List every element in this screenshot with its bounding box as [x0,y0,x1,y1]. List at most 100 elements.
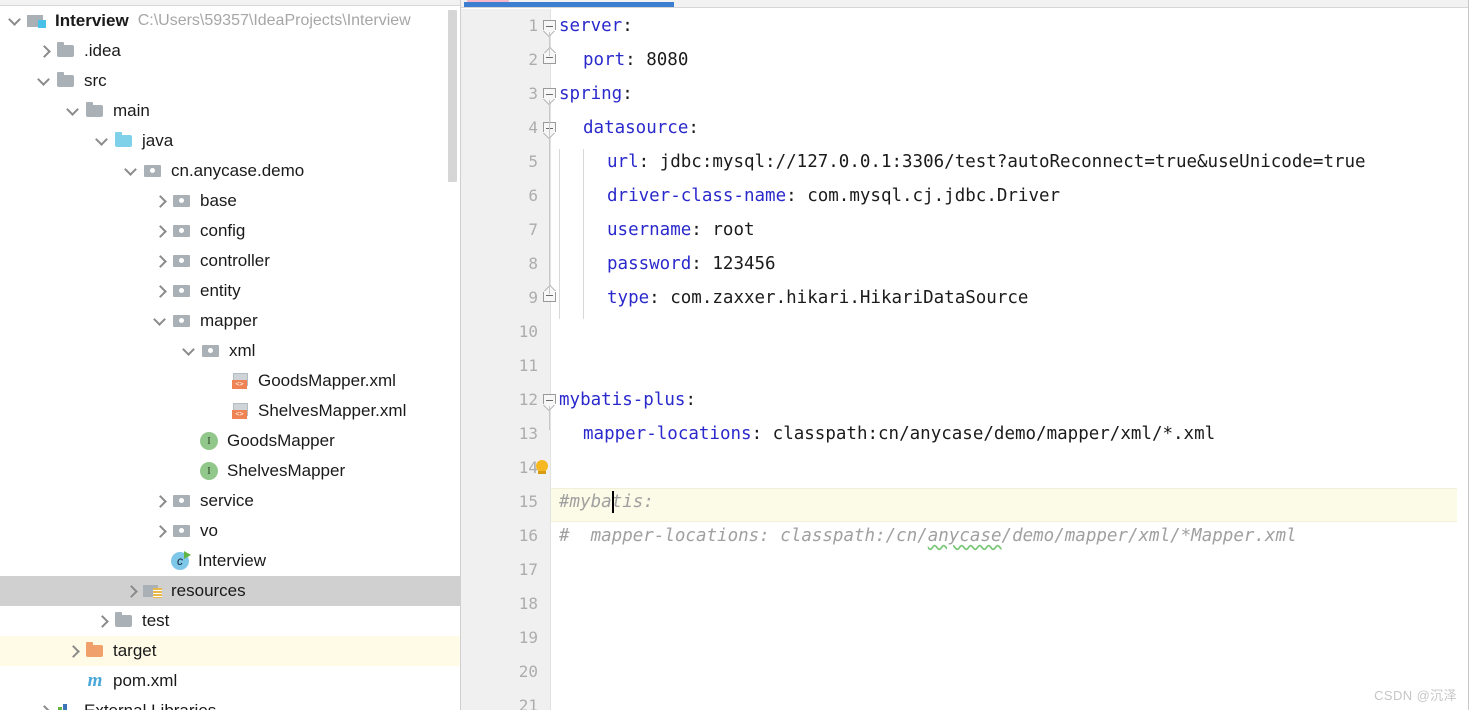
line-number[interactable]: 21 [469,696,551,710]
chevron-down-icon[interactable] [93,132,111,150]
line-number[interactable]: 12 [469,390,551,409]
code-line-10[interactable] [551,315,1469,349]
yaml-value: classpath:cn/anycase/demo/mapper/xml/*.x… [772,424,1216,444]
code-line-16[interactable]: # mapper-locations: classpath:/cn/anycas… [551,519,1469,553]
tree-item-cn-anycase-demo[interactable]: cn.anycase.demo [0,156,461,186]
tree-item-shelvesmapper[interactable]: I ShelvesMapper [0,456,461,486]
line-number-gutter[interactable]: 1 2 3 4 5 6 7 8 9 10 11 12 13 14 15 16 17 18 19 20 21 [461,9,551,710]
chevron-right-icon[interactable] [151,192,169,210]
chevron-right-icon[interactable] [151,522,169,540]
tree-item-pom-xml[interactable]: m pom.xml [0,666,461,696]
code-line-5[interactable]: url: jdbc:mysql://127.0.0.1:3306/test?au… [551,145,1469,179]
chevron-right-icon[interactable] [35,42,53,60]
editor-tab-strip[interactable] [461,0,1469,8]
tree-item-src[interactable]: src [0,66,461,96]
line-number[interactable]: 5 [469,152,551,171]
code-line-17[interactable] [551,553,1469,587]
fold-toggle-icon[interactable] [543,88,556,98]
tree-item-service[interactable]: service [0,486,461,516]
chevron-right-icon[interactable] [151,282,169,300]
fold-toggle-icon[interactable] [543,394,556,404]
tree-item-idea[interactable]: .idea [0,36,461,66]
chevron-down-icon[interactable] [6,12,24,30]
project-tree-scrollbar[interactable] [448,10,457,182]
code-line-6[interactable]: driver-class-name: com.mysql.cj.jdbc.Dri… [551,179,1469,213]
chevron-down-icon[interactable] [151,312,169,330]
tree-item-external-libraries[interactable]: External Libraries [0,696,461,710]
code-line-3[interactable]: spring: [551,77,1469,111]
line-number[interactable]: 20 [469,662,551,681]
tree-item-base[interactable]: base [0,186,461,216]
chevron-right-icon[interactable] [93,612,111,630]
line-number[interactable]: 18 [469,594,551,613]
tree-item-goodsmapper-xml[interactable]: GoodsMapper.xml [0,366,461,396]
tree-item-shelvesmapper-xml[interactable]: ShelvesMapper.xml [0,396,461,426]
code-line-18[interactable] [551,587,1469,621]
code-line-7[interactable]: username: root [551,213,1469,247]
code-line-20[interactable] [551,655,1469,689]
chevron-right-icon[interactable] [151,492,169,510]
tree-item-config[interactable]: config [0,216,461,246]
comment-text: # mapper-locations: classpath:/cn/anycas… [559,526,1297,546]
active-tab-underline[interactable] [464,2,674,7]
code-line-4[interactable]: datasource: [551,111,1469,145]
chevron-down-icon[interactable] [64,102,82,120]
code-line-8[interactable]: password: 123456 [551,247,1469,281]
fold-toggle-icon[interactable] [543,20,556,30]
project-tree[interactable]: Interview C:\Users\59357\IdeaProjects\Int… [0,6,461,710]
tree-item-label: controller [200,251,270,270]
code-line-1[interactable]: server: [551,9,1469,43]
tree-item-interview[interactable]: c Interview [0,546,461,576]
line-number[interactable]: 19 [469,628,551,647]
chevron-right-icon[interactable] [35,702,53,710]
tree-item-target[interactable]: target [0,636,461,666]
chevron-down-icon[interactable] [122,162,140,180]
tree-item-mapper[interactable]: mapper [0,306,461,336]
chevron-down-icon[interactable] [180,342,198,360]
lightbulb-icon[interactable] [535,460,549,478]
line-number[interactable]: 7 [469,220,551,239]
tree-item-test[interactable]: test [0,606,461,636]
chevron-right-icon[interactable] [122,582,140,600]
chevron-down-icon[interactable] [35,72,53,90]
line-number[interactable]: 3 [469,84,551,103]
tree-item-vo[interactable]: vo [0,516,461,546]
tree-item-xml[interactable]: xml [0,336,461,366]
code-text-area[interactable]: server: port: 8080 spring: datasource: url: … [551,9,1469,710]
tree-item-interview[interactable]: Interview C:\Users\59357\IdeaProjects\Int… [0,6,461,36]
line-number[interactable]: 4 [469,118,551,137]
editor-area[interactable]: 1 2 3 4 5 6 7 8 9 10 11 12 13 14 15 16 17 18 19 20 21 server… [461,0,1469,710]
code-line-14[interactable] [551,451,1469,485]
line-number[interactable]: 1 [469,16,551,35]
tree-item-goodsmapper[interactable]: I GoodsMapper [0,426,461,456]
code-line-15[interactable]: #mybatis: [551,485,1469,519]
code-line-19[interactable] [551,621,1469,655]
line-number[interactable]: 15 [469,492,551,511]
chevron-right-icon[interactable] [151,222,169,240]
code-line-21[interactable] [551,689,1469,710]
code-line-12[interactable]: mybatis-plus: [551,383,1469,417]
line-number[interactable]: 9 [469,288,551,307]
code-folding-strip[interactable] [543,9,569,710]
line-number[interactable]: 16 [469,526,551,545]
tree-item-controller[interactable]: controller [0,246,461,276]
project-tool-window[interactable]: Interview C:\Users\59357\IdeaProjects\Int… [0,0,461,710]
code-line-2[interactable]: port: 8080 [551,43,1469,77]
tree-item-entity[interactable]: entity [0,276,461,306]
line-number[interactable]: 17 [469,560,551,579]
line-number[interactable]: 2 [469,50,551,69]
line-number[interactable]: 8 [469,254,551,273]
line-number[interactable]: 6 [469,186,551,205]
line-number[interactable]: 11 [469,356,551,375]
tree-item-label: GoodsMapper [227,431,335,450]
tree-item-resources[interactable]: resources [0,576,461,606]
tree-item-java[interactable]: java [0,126,461,156]
code-line-11[interactable] [551,349,1469,383]
tree-item-main[interactable]: main [0,96,461,126]
chevron-right-icon[interactable] [64,642,82,660]
line-number[interactable]: 10 [469,322,551,341]
code-line-13[interactable]: mapper-locations: classpath:cn/anycase/d… [551,417,1469,451]
line-number[interactable]: 13 [469,424,551,443]
chevron-right-icon[interactable] [151,252,169,270]
code-line-9[interactable]: type: com.zaxxer.hikari.HikariDataSource [551,281,1469,315]
